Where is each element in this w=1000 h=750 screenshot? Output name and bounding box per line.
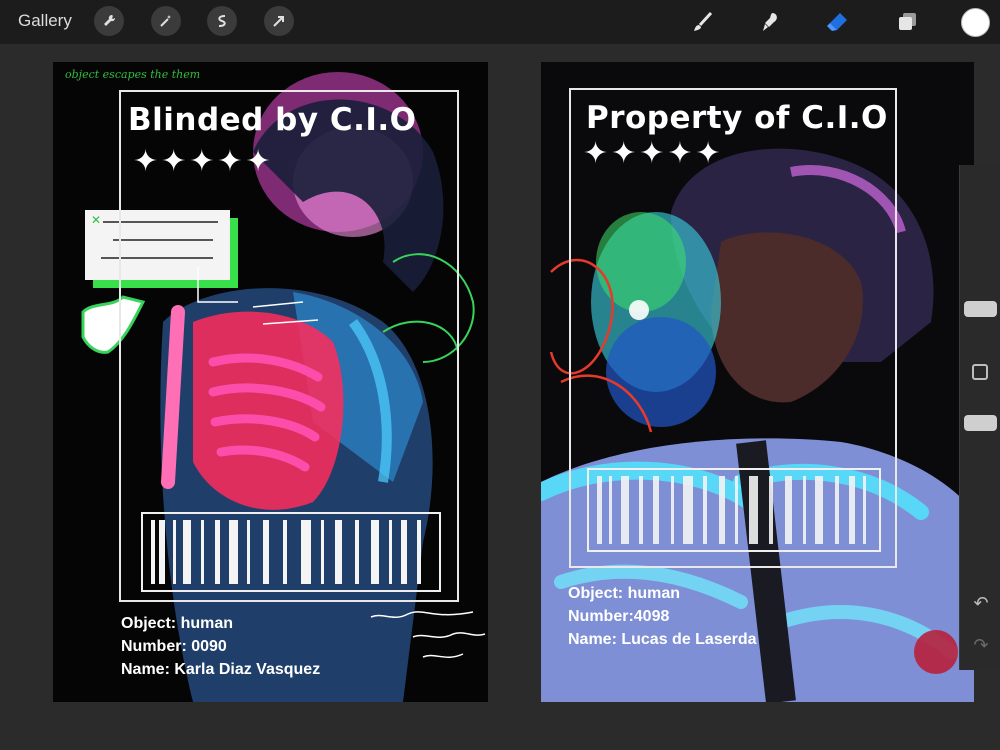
card-left-stars: ✦✦✦✦✦ — [133, 144, 274, 179]
card-left-barcode — [141, 512, 441, 592]
card-left-info: Object: human Number: 0090 Name: Karla D… — [121, 612, 320, 681]
brush-size-slider[interactable] — [964, 301, 997, 317]
modify-button[interactable] — [972, 364, 988, 380]
card-right-barcode — [587, 468, 881, 552]
card-left-object: Object: human — [121, 615, 234, 632]
sketch-note: object escapes the them — [65, 68, 201, 81]
id-card-right: Property of C.I.O ✦✦✦✦✦ Object: human Nu… — [541, 62, 974, 702]
card-right-name: Name: Lucas de Laserda — [568, 631, 757, 648]
selection-icon[interactable] — [207, 6, 237, 36]
opacity-slider[interactable] — [964, 415, 997, 431]
card-left-title: Blinded by C.I.O — [128, 102, 417, 138]
card-right-number: Number:4098 — [568, 608, 670, 625]
card-left-number: Number: 0090 — [121, 638, 227, 655]
id-card-left: ✕ object escapes the them Blinded by C.I… — [53, 62, 488, 702]
undo-icon[interactable]: ↶ — [970, 593, 992, 615]
color-picker-swatch[interactable] — [961, 8, 990, 37]
magic-wand-icon[interactable] — [151, 6, 181, 36]
layers-icon[interactable] — [892, 7, 922, 37]
card-right-object: Object: human — [568, 585, 681, 602]
gallery-button[interactable]: Gallery — [18, 11, 72, 31]
smudge-icon[interactable] — [755, 7, 785, 37]
svg-text:✕: ✕ — [91, 213, 101, 227]
card-left-name: Name: Karla Diaz Vasquez — [121, 661, 321, 678]
card-right-info: Object: human Number:4098 Name: Lucas de… — [568, 582, 757, 651]
wrench-icon[interactable] — [94, 6, 124, 36]
side-toolbar: ↶ ↷ — [959, 165, 1000, 670]
redo-icon[interactable]: ↷ — [970, 635, 992, 657]
card-right-title: Property of C.I.O — [586, 100, 888, 136]
top-toolbar: Gallery — [0, 0, 1000, 44]
transform-arrow-icon[interactable] — [264, 6, 294, 36]
eraser-icon[interactable] — [822, 7, 852, 37]
card-right-stars: ✦✦✦✦✦ — [583, 136, 724, 171]
brush-icon[interactable] — [688, 7, 718, 37]
